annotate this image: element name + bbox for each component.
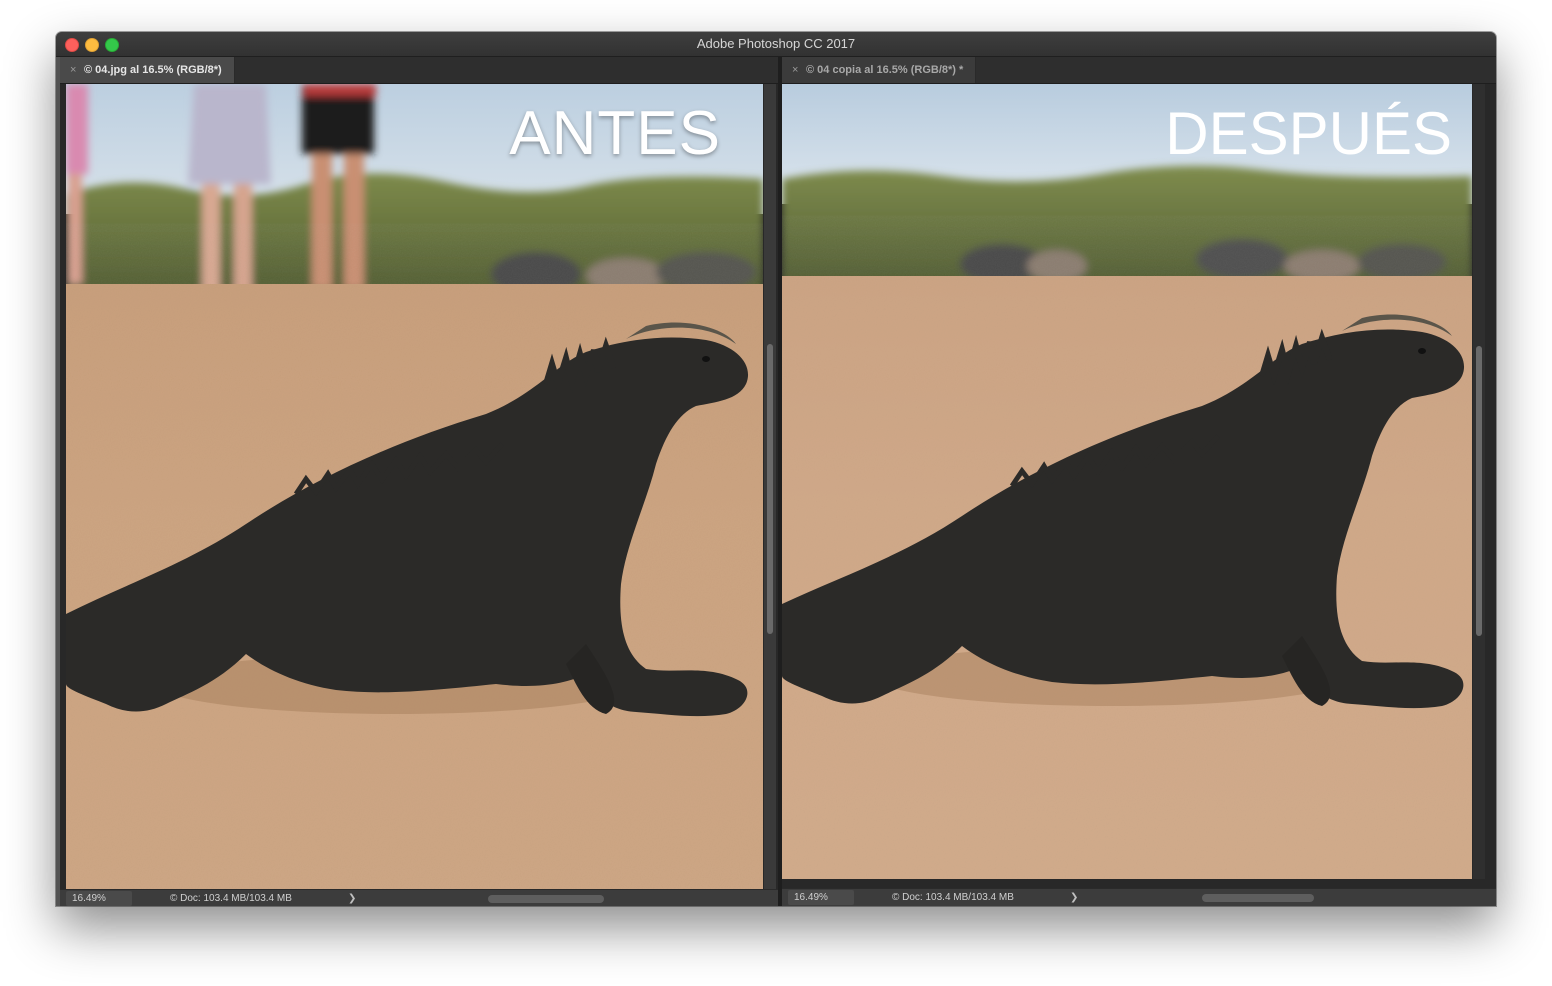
vertical-scrollbar[interactable] — [764, 84, 776, 889]
vertical-scrollbar[interactable] — [1473, 84, 1485, 879]
vertical-scroll-thumb[interactable] — [1476, 346, 1482, 636]
document-pane-before: × © 04.jpg al 16.5% (RGB/8*) ANTES 16.49… — [60, 57, 778, 906]
close-tab-icon[interactable]: × — [792, 57, 806, 83]
tab-document-after[interactable]: × © 04 copia al 16.5% (RGB/8*) * — [782, 57, 977, 83]
overlay-label: DESPUÉS — [1165, 100, 1452, 167]
document-pane-after: × © 04 copia al 16.5% (RGB/8*) * DESPUÉS… — [778, 57, 1496, 906]
document-size-info: © Doc: 103.4 MB/103.4 MB — [170, 893, 292, 904]
status-menu-arrow-icon[interactable]: ❯ — [1070, 889, 1078, 906]
status-menu-arrow-icon[interactable]: ❯ — [348, 890, 356, 906]
app-title: Adobe Photoshop CC 2017 — [696, 36, 856, 51]
image-canvas-before[interactable]: ANTES — [66, 84, 763, 889]
title-bar[interactable]: Adobe Photoshop CC 2017 — [56, 32, 1496, 57]
zoom-level-field[interactable]: 16.49% — [788, 890, 854, 905]
iguana-photo-before: ANTES — [66, 84, 763, 889]
tab-label: © 04 copia al 16.5% (RGB/8*) * — [806, 64, 964, 76]
horizontal-scroll-thumb[interactable] — [488, 895, 604, 903]
image-canvas-after[interactable]: DESPUÉS — [782, 84, 1472, 879]
horizontal-scroll-thumb[interactable] — [1202, 894, 1314, 902]
overlay-label: ANTES — [509, 99, 721, 168]
status-bar: 16.49% © Doc: 103.4 MB/103.4 MB ❯ — [782, 888, 1496, 906]
close-tab-icon[interactable]: × — [70, 57, 84, 83]
vertical-scroll-thumb[interactable] — [767, 344, 773, 634]
tab-label: © 04.jpg al 16.5% (RGB/8*) — [84, 64, 222, 76]
status-bar: 16.49% © Doc: 103.4 MB/103.4 MB ❯ — [60, 889, 778, 906]
document-size-info: © Doc: 103.4 MB/103.4 MB — [892, 892, 1014, 903]
zoom-level-field[interactable]: 16.49% — [66, 891, 132, 906]
iguana-photo-after: DESPUÉS — [782, 84, 1472, 879]
photoshop-window: Adobe Photoshop CC 2017 × © 04.jpg al 16.… — [56, 32, 1496, 906]
tab-document-before[interactable]: × © 04.jpg al 16.5% (RGB/8*) — [60, 57, 235, 83]
